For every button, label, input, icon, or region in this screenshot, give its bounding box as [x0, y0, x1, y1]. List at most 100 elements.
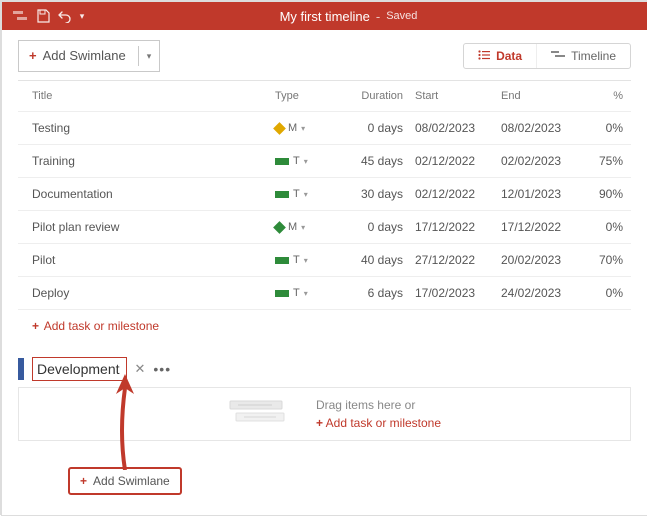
view-data-label: Data	[496, 49, 522, 63]
table-row[interactable]: DocumentationT▾30 days02/12/202212/01/20…	[18, 177, 631, 210]
cell-end[interactable]: 12/01/2023	[501, 187, 587, 201]
cell-start[interactable]: 17/12/2022	[415, 220, 501, 234]
cell-percent[interactable]: 0%	[587, 220, 627, 234]
drop-add-task-button[interactable]: + Add task or milestone	[316, 416, 441, 430]
swimlane-name-input[interactable]: Development	[32, 357, 127, 381]
cell-start[interactable]: 17/02/2023	[415, 286, 501, 300]
app-header: ▾ My first timeline - Saved	[2, 2, 647, 30]
drop-add-label: Add task or milestone	[326, 416, 441, 430]
cell-type[interactable]: M▾	[275, 122, 345, 134]
swimlane-dropzone[interactable]: Drag items here or + Add task or milesto…	[18, 387, 631, 441]
drop-text: Drag items here or + Add task or milesto…	[316, 396, 441, 432]
save-icon[interactable]	[32, 9, 54, 23]
table-row[interactable]: PilotT▾40 days27/12/202220/02/202370%	[18, 243, 631, 276]
type-letter: T	[293, 287, 300, 299]
cell-title[interactable]: Pilot plan review	[32, 220, 275, 234]
swimlane: Development ✕ ••• Drag items here or + A…	[18, 357, 631, 495]
chevron-down-icon[interactable]: ▾	[304, 190, 308, 199]
cell-duration[interactable]: 0 days	[345, 121, 415, 135]
swimlane-title-row: Development ✕ •••	[18, 357, 631, 381]
col-title[interactable]: Title	[32, 90, 275, 102]
type-shape-icon	[273, 221, 286, 234]
cell-start[interactable]: 02/12/2022	[415, 154, 501, 168]
drop-hint: Drag items here or	[316, 398, 415, 412]
chevron-down-icon[interactable]: ▾	[304, 256, 308, 265]
table-row[interactable]: Pilot plan reviewM▾0 days17/12/202217/12…	[18, 210, 631, 243]
cell-end[interactable]: 02/02/2023	[501, 154, 587, 168]
cell-title[interactable]: Training	[32, 154, 275, 168]
doc-title: My first timeline - Saved	[58, 9, 639, 24]
cell-percent[interactable]: 0%	[587, 286, 627, 300]
cell-start[interactable]: 27/12/2022	[415, 253, 501, 267]
cell-type[interactable]: T▾	[275, 287, 345, 299]
undo-icon[interactable]	[54, 9, 76, 23]
type-shape-icon	[275, 290, 289, 297]
cell-type[interactable]: T▾	[275, 188, 345, 200]
cell-percent[interactable]: 0%	[587, 121, 627, 135]
col-end[interactable]: End	[501, 90, 587, 102]
cell-percent[interactable]: 75%	[587, 154, 627, 168]
cell-end[interactable]: 08/02/2023	[501, 121, 587, 135]
type-letter: M	[288, 221, 297, 233]
add-task-label: Add task or milestone	[44, 319, 159, 333]
col-percent[interactable]: %	[587, 90, 627, 102]
cell-type[interactable]: M▾	[275, 221, 345, 233]
table-row[interactable]: TrainingT▾45 days02/12/202202/02/202375%	[18, 144, 631, 177]
add-task-button[interactable]: + Add task or milestone	[18, 309, 631, 343]
chevron-down-icon[interactable]: ▾	[304, 157, 308, 166]
title-separator: -	[376, 9, 380, 24]
cell-title[interactable]: Documentation	[32, 187, 275, 201]
table-row[interactable]: DeployT▾6 days17/02/202324/02/20230%	[18, 276, 631, 309]
plus-icon: +	[80, 474, 87, 488]
col-duration[interactable]: Duration	[345, 90, 415, 102]
swimlane-color-chip[interactable]	[18, 358, 24, 380]
type-shape-icon	[275, 158, 289, 165]
type-letter: T	[293, 155, 300, 167]
doc-name: My first timeline	[280, 9, 370, 24]
type-shape-icon	[273, 122, 286, 135]
cell-type[interactable]: T▾	[275, 254, 345, 266]
type-letter: T	[293, 254, 300, 266]
view-timeline-label: Timeline	[571, 49, 616, 63]
type-letter: M	[288, 122, 297, 134]
add-swimlane-bottom-label: Add Swimlane	[93, 474, 170, 488]
chevron-down-icon[interactable]: ▾	[304, 289, 308, 298]
cell-end[interactable]: 20/02/2023	[501, 253, 587, 267]
cell-title[interactable]: Pilot	[32, 253, 275, 267]
cell-duration[interactable]: 30 days	[345, 187, 415, 201]
save-state: Saved	[386, 10, 417, 22]
chevron-down-icon[interactable]: ▾	[301, 223, 305, 232]
drop-illustration-icon	[228, 399, 286, 429]
undo-dropdown-icon[interactable]: ▾	[76, 11, 88, 22]
cell-end[interactable]: 17/12/2022	[501, 220, 587, 234]
type-shape-icon	[275, 257, 289, 264]
table-row[interactable]: TestingM▾0 days08/02/202308/02/20230%	[18, 111, 631, 144]
chevron-down-icon[interactable]: ▾	[301, 124, 305, 133]
plus-icon: +	[29, 48, 37, 64]
cell-percent[interactable]: 70%	[587, 253, 627, 267]
col-start[interactable]: Start	[415, 90, 501, 102]
cell-type[interactable]: T▾	[275, 155, 345, 167]
add-swimlane-bottom-button[interactable]: + Add Swimlane	[68, 467, 182, 495]
cell-end[interactable]: 24/02/2023	[501, 286, 587, 300]
cell-duration[interactable]: 6 days	[345, 286, 415, 300]
cell-duration[interactable]: 0 days	[345, 220, 415, 234]
cell-start[interactable]: 08/02/2023	[415, 121, 501, 135]
view-data[interactable]: Data	[464, 44, 536, 68]
view-timeline[interactable]: Timeline	[536, 44, 630, 68]
add-swimlane-button[interactable]: + Add Swimlane ▾	[18, 40, 160, 72]
cell-percent[interactable]: 90%	[587, 187, 627, 201]
cell-title[interactable]: Deploy	[32, 286, 275, 300]
more-icon[interactable]: •••	[153, 361, 171, 377]
cell-duration[interactable]: 40 days	[345, 253, 415, 267]
col-type[interactable]: Type	[275, 90, 345, 102]
cell-title[interactable]: Testing	[32, 121, 275, 135]
chevron-down-icon[interactable]: ▾	[138, 46, 160, 66]
type-shape-icon	[275, 191, 289, 198]
close-icon[interactable]: ✕	[135, 361, 146, 377]
timeline-icon	[551, 49, 565, 63]
table-header: Title Type Duration Start End %	[18, 80, 631, 111]
cell-duration[interactable]: 45 days	[345, 154, 415, 168]
toolbar: + Add Swimlane ▾ Data Timeline	[2, 30, 647, 80]
cell-start[interactable]: 02/12/2022	[415, 187, 501, 201]
